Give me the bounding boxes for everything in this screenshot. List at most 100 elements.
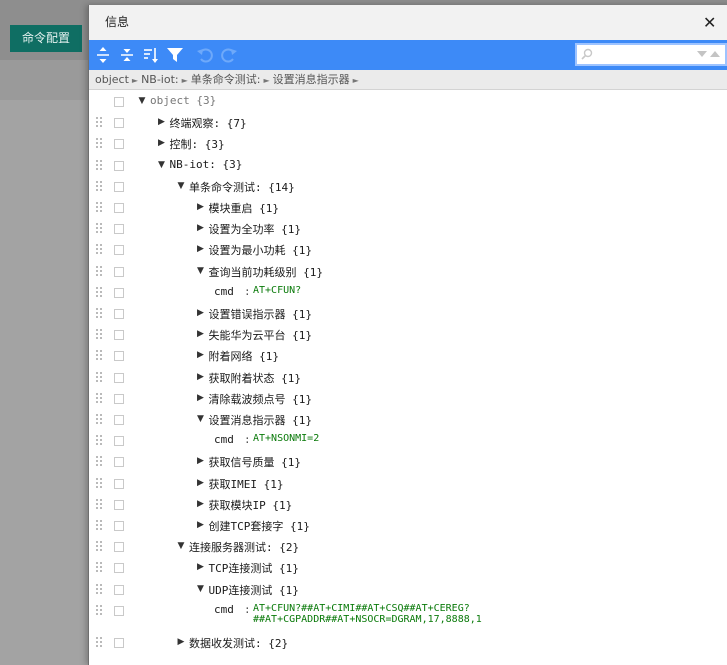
undo-icon[interactable] [196, 46, 214, 64]
context-menu-button[interactable] [114, 203, 124, 213]
context-menu-button[interactable] [114, 287, 124, 298]
node-key[interactable]: 模块重启 [209, 202, 253, 215]
context-menu-button[interactable] [114, 542, 124, 553]
context-menu-button[interactable] [114, 224, 124, 235]
tree-node-row[interactable]: ▼ 设置消息指示器 {1} [89, 409, 727, 430]
expand-node-icon[interactable]: ▶ [195, 243, 207, 255]
context-menu-button[interactable] [114, 266, 124, 277]
context-menu-button[interactable] [114, 393, 124, 404]
context-menu-button[interactable] [114, 637, 124, 648]
node-key[interactable]: NB-iot: [170, 158, 216, 171]
tree-node-row[interactable]: ▼ 连接服务器测试: {2} [89, 536, 727, 557]
tree-node-row[interactable]: ▶ 获取附着状态 {1} [89, 367, 727, 388]
breadcrumb-separator-icon[interactable]: ► [132, 76, 138, 85]
context-menu-button[interactable] [114, 521, 124, 531]
node-key[interactable]: 设置错误指示器 [209, 308, 286, 321]
drag-handle-icon[interactable] [95, 391, 103, 404]
expand-node-icon[interactable]: ▶ [195, 455, 207, 467]
node-key[interactable]: 设置为最小功耗 [209, 244, 286, 257]
breadcrumb-separator-icon[interactable]: ► [264, 76, 270, 85]
collapse-node-icon[interactable]: ▼ [195, 583, 207, 595]
field-key[interactable]: cmd [214, 285, 234, 298]
tree-node-row[interactable]: ▶ 控制: {3} [89, 133, 727, 154]
context-menu-button[interactable] [114, 563, 124, 574]
tree-value-row[interactable]: cmd: AT+CFUN? [89, 282, 727, 303]
expand-node-icon[interactable]: ▶ [195, 328, 207, 340]
expand-all-icon[interactable] [94, 46, 112, 64]
drag-handle-icon[interactable] [95, 561, 103, 574]
collapse-node-icon[interactable]: ▼ [175, 180, 187, 192]
drag-handle-icon[interactable] [95, 116, 103, 129]
context-menu-button[interactable] [114, 372, 124, 383]
drag-handle-icon[interactable] [95, 497, 103, 510]
collapse-node-icon[interactable]: ▼ [136, 95, 148, 107]
drag-handle-icon[interactable] [95, 413, 103, 425]
search-next-result-icon[interactable] [697, 49, 707, 59]
expand-node-icon[interactable]: ▶ [195, 201, 207, 213]
expand-node-icon[interactable]: ▶ [195, 561, 207, 573]
context-menu-button[interactable] [114, 309, 124, 319]
node-key[interactable]: 终端观察: [170, 117, 221, 130]
collapse-all-icon[interactable] [118, 46, 136, 64]
context-menu-button[interactable] [114, 457, 124, 468]
search-input[interactable] [595, 46, 695, 61]
drag-handle-icon[interactable] [95, 307, 103, 319]
node-key[interactable]: 设置消息指示器 [209, 414, 286, 427]
command-config-tab[interactable]: 命令配置 [10, 25, 82, 52]
context-menu-button[interactable] [114, 330, 124, 341]
drag-handle-icon[interactable] [95, 519, 103, 531]
breadcrumb-item[interactable]: object [95, 73, 129, 86]
node-key[interactable]: 获取信号质量 [209, 456, 275, 469]
drag-handle-icon[interactable] [95, 603, 103, 616]
node-key[interactable]: 获取模块IP [209, 499, 266, 512]
breadcrumb-separator-icon[interactable]: ► [353, 76, 359, 85]
tree-node-row[interactable]: ▶ 获取模块IP {1} [89, 494, 727, 515]
expand-node-icon[interactable]: ▶ [195, 307, 207, 319]
expand-node-icon[interactable]: ▶ [156, 116, 168, 128]
context-menu-button[interactable] [114, 118, 124, 129]
drag-handle-icon[interactable] [95, 635, 103, 648]
breadcrumb-item[interactable]: 设置消息指示器 [273, 73, 350, 86]
close-icon[interactable]: ✕ [703, 13, 716, 32]
filter-icon[interactable] [166, 46, 184, 64]
drag-handle-icon[interactable] [95, 222, 103, 235]
context-menu-button[interactable] [114, 160, 124, 171]
breadcrumb-separator-icon[interactable]: ► [182, 76, 188, 85]
node-key[interactable]: 数据收发测试: [189, 637, 262, 650]
redo-icon[interactable] [220, 46, 238, 64]
field-key[interactable]: cmd [214, 603, 234, 616]
node-key[interactable]: 连接服务器测试: [189, 541, 273, 554]
drag-handle-icon[interactable] [95, 349, 103, 362]
drag-handle-icon[interactable] [95, 328, 103, 341]
tree-node-row[interactable]: ▼ NB-iot: {3} [89, 155, 727, 176]
tree-value-row[interactable]: cmd: AT+CFUN?##AT+CIMI##AT+CSQ##AT+CEREG?… [89, 600, 727, 625]
node-key[interactable]: 获取IMEI [209, 478, 258, 491]
drag-handle-icon[interactable] [95, 179, 103, 192]
tree-node-row[interactable]: ▶ 获取IMEI {1} [89, 473, 727, 494]
tree-value-row[interactable]: cmd: AT+NSONMI=2 [89, 430, 727, 451]
node-key[interactable]: 清除载波频点号 [209, 393, 286, 406]
tree-node-row[interactable]: ▶ 模块重启 {1} [89, 197, 727, 218]
drag-handle-icon[interactable] [95, 540, 103, 553]
drag-handle-icon[interactable] [95, 434, 103, 447]
context-menu-button[interactable] [114, 245, 124, 256]
tree-node-row[interactable]: ▶ 数据收发测试: {2} [89, 632, 727, 653]
tree-node-row[interactable]: ▶ 创建TCP套接字 {1} [89, 515, 727, 536]
tree-node-row[interactable]: ▶ 设置为最小功耗 {1} [89, 239, 727, 260]
collapse-node-icon[interactable]: ▼ [195, 265, 207, 277]
node-key[interactable]: 附着网络 [209, 350, 253, 363]
tree-node-row[interactable]: ▶ 附着网络 {1} [89, 345, 727, 366]
sort-icon[interactable] [142, 46, 160, 64]
field-value[interactable]: AT+CFUN? [253, 285, 301, 296]
node-key[interactable]: object [150, 94, 190, 107]
drag-handle-icon[interactable] [95, 455, 103, 468]
field-key[interactable]: cmd [214, 433, 234, 446]
expand-node-icon[interactable]: ▶ [195, 498, 207, 510]
tree-node-row[interactable]: ▶ TCP连接测试 {1} [89, 557, 727, 578]
tree-node-row[interactable]: ▶ 清除载波频点号 {1} [89, 388, 727, 409]
context-menu-button[interactable] [114, 139, 124, 150]
search-previous-result-icon[interactable] [710, 49, 720, 59]
drag-handle-icon[interactable] [95, 370, 103, 383]
breadcrumb-item[interactable]: NB-iot: [141, 73, 179, 86]
context-menu-button[interactable] [114, 181, 124, 192]
